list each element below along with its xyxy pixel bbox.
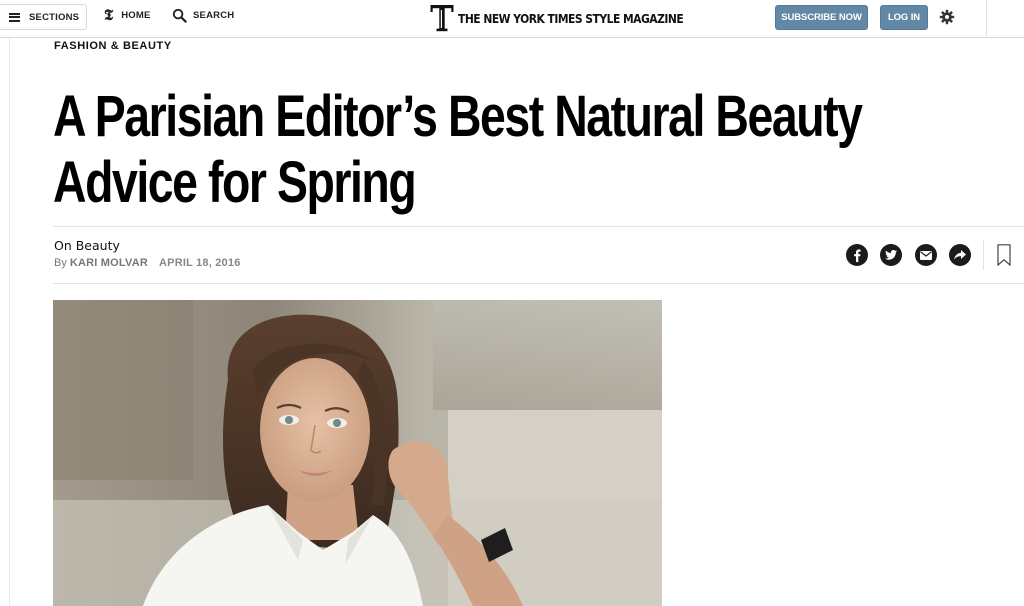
section-kicker[interactable]: FASHION & BEAUTY (54, 40, 172, 52)
byline-prefix: By (54, 257, 67, 269)
nyt-logo-icon: 𝕿 (104, 6, 114, 24)
search-icon (172, 8, 187, 23)
more-share-button[interactable] (949, 244, 971, 266)
column-name[interactable]: On Beauty (54, 238, 120, 253)
login-button[interactable]: LOG IN (880, 5, 928, 30)
home-label: HOME (121, 10, 151, 21)
search-label: SEARCH (193, 10, 235, 21)
bookmark-icon[interactable] (997, 244, 1011, 266)
byline: By KARI MOLVAR APRIL 18, 2016 (54, 257, 241, 269)
facebook-share-button[interactable] (846, 244, 868, 266)
masthead-title: THE NEW YORK TIMES STYLE MAGAZINE (458, 10, 684, 26)
topbar-divider (986, 0, 987, 38)
divider-top (53, 226, 1024, 227)
t-magazine-logo-icon (430, 5, 454, 32)
facebook-icon (854, 249, 861, 262)
subscribe-button[interactable]: SUBSCRIBE NOW (775, 5, 868, 30)
hero-photo (53, 300, 662, 606)
share-divider (983, 240, 984, 270)
gear-icon[interactable] (939, 9, 955, 25)
article-headline: A Parisian Editor’s Best Natural Beauty … (53, 84, 863, 215)
share-icon (954, 250, 966, 260)
left-gutter-line (9, 38, 10, 606)
email-share-button[interactable] (915, 244, 937, 266)
portrait-photo (53, 300, 662, 606)
hamburger-icon (9, 12, 20, 22)
home-link[interactable]: 𝕿 HOME (104, 8, 151, 23)
sections-button[interactable]: SECTIONS (0, 4, 87, 30)
twitter-icon (885, 250, 897, 260)
divider-bottom (53, 283, 1024, 284)
email-icon (920, 250, 932, 260)
twitter-share-button[interactable] (880, 244, 902, 266)
sections-label: SECTIONS (29, 11, 80, 23)
search-link[interactable]: SEARCH (172, 8, 234, 23)
author-link[interactable]: KARI MOLVAR (70, 257, 148, 269)
masthead-logo[interactable]: THE NEW YORK TIMES STYLE MAGAZINE (430, 4, 720, 32)
top-bar: SECTIONS 𝕿 HOME SEARCH THE NEW YORK TIME… (0, 0, 1024, 38)
publish-date: APRIL 18, 2016 (159, 257, 241, 269)
